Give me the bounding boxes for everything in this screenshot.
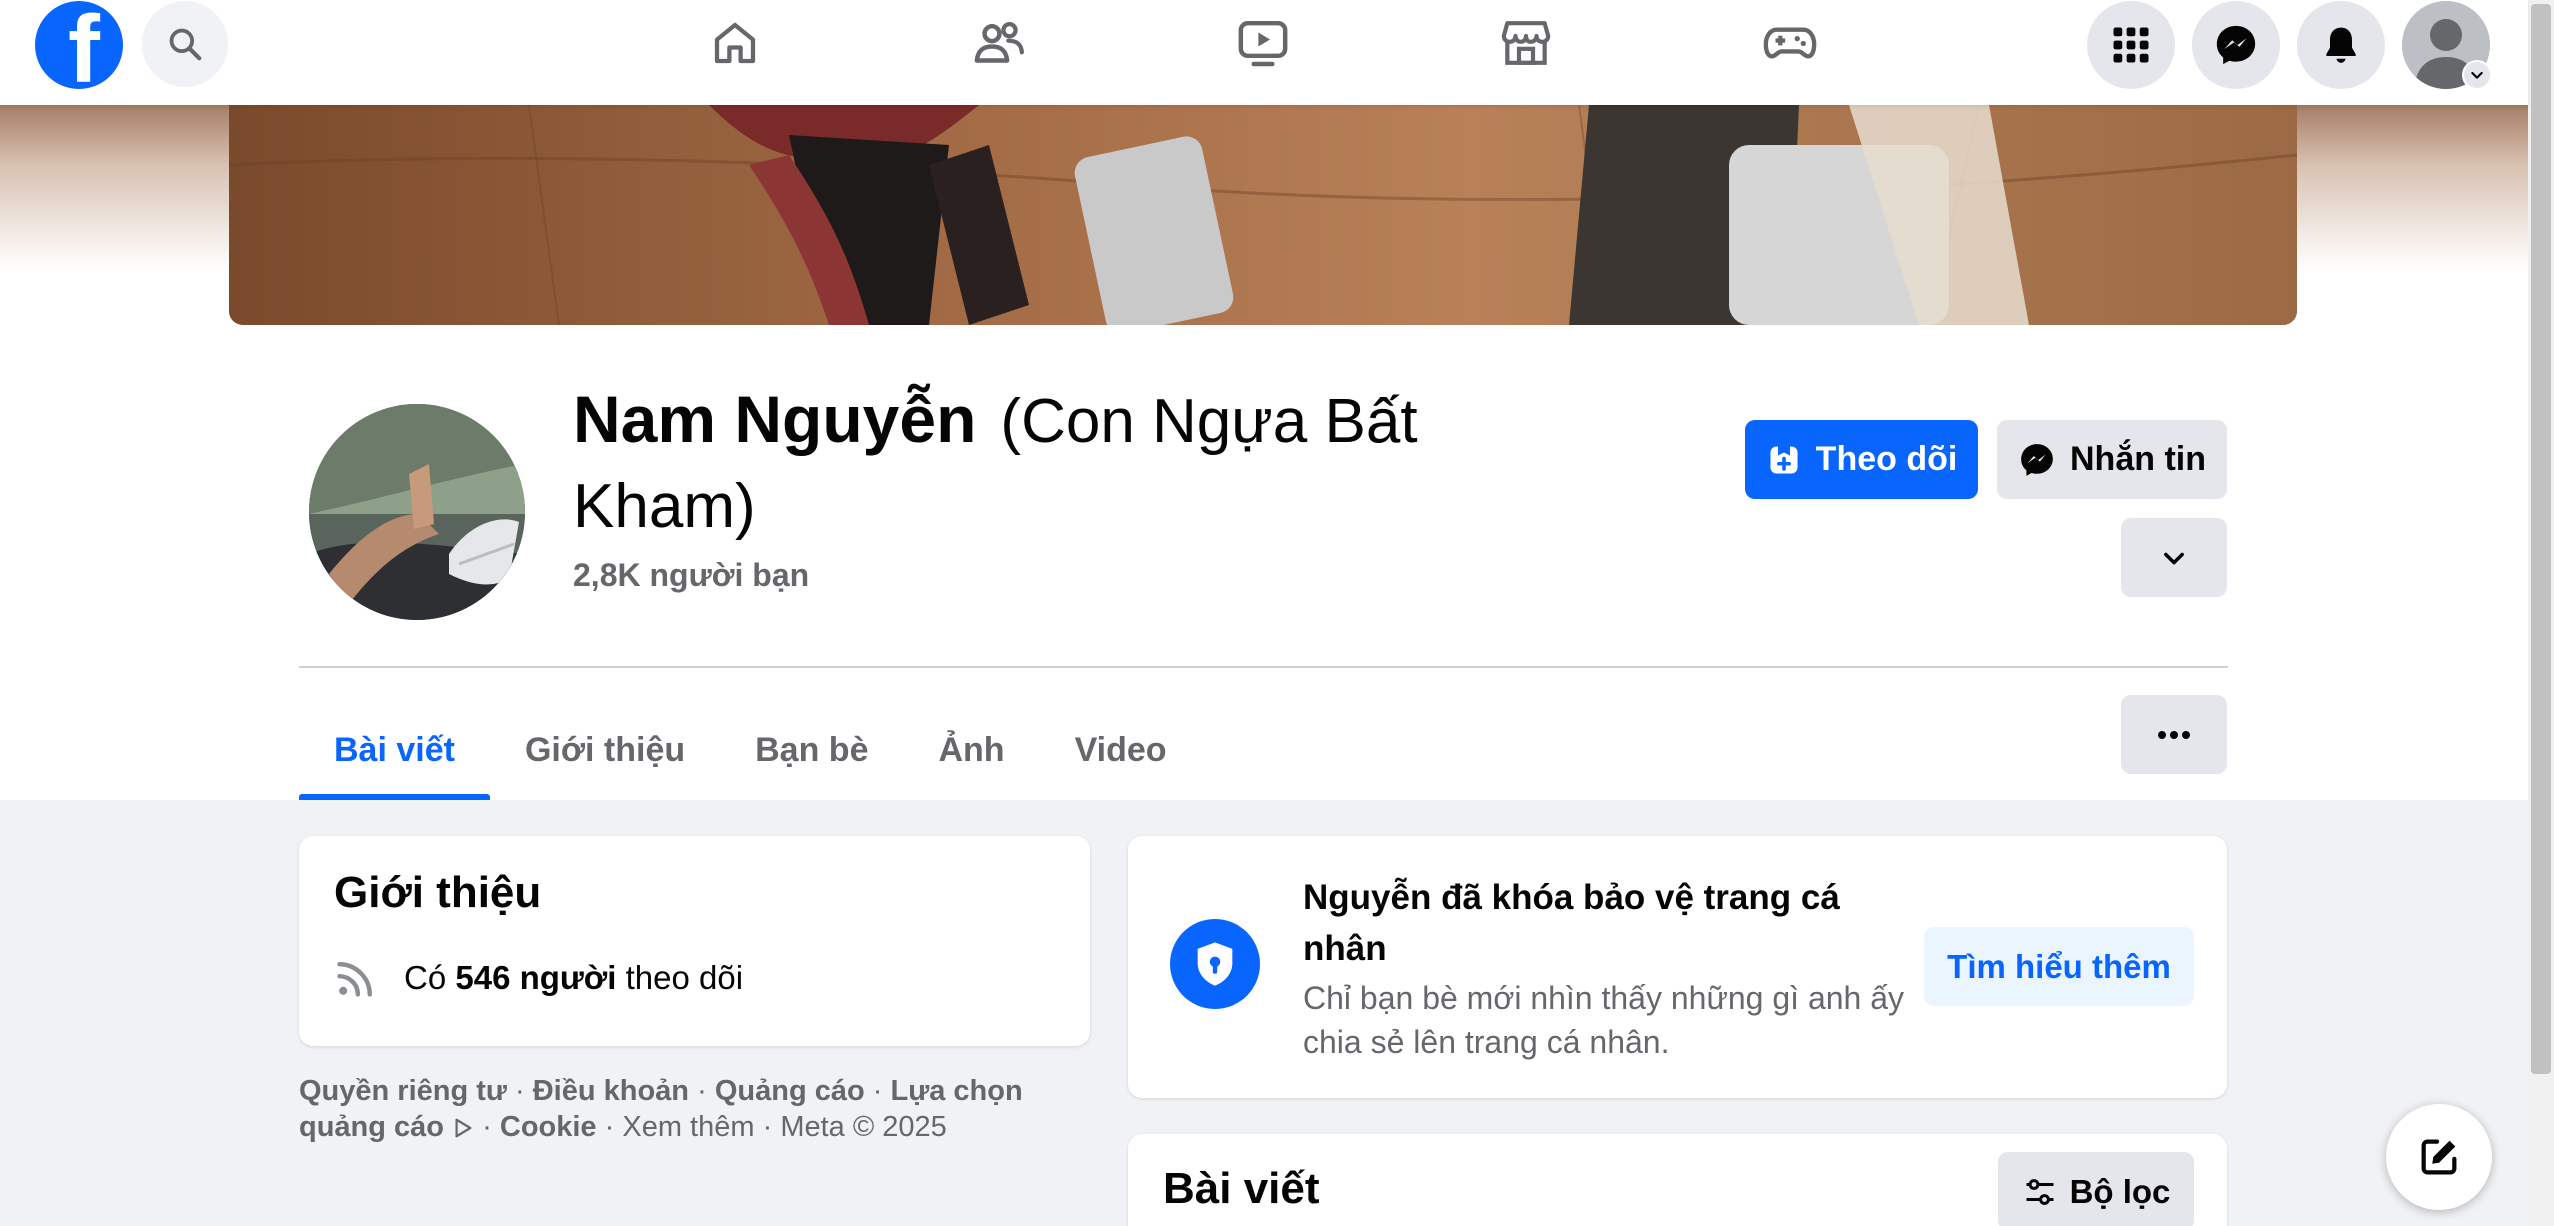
intro-card: Giới thiệu Có 546 người theo dõi	[299, 836, 1090, 1046]
notifications-button[interactable]	[2297, 1, 2385, 89]
footer-separator: ·	[697, 1075, 707, 1107]
intro-title: Giới thiệu	[334, 868, 542, 917]
filter-button[interactable]: Bộ lọc	[1998, 1152, 2194, 1226]
footer-links: Quyền riêng tư · Điều khoản · Quảng cáo …	[299, 1073, 1089, 1145]
search-button[interactable]	[142, 1, 228, 87]
marketplace-icon	[1501, 21, 1551, 65]
filter-sliders-icon	[2026, 1178, 2054, 1205]
more-dots-icon	[2158, 730, 2190, 739]
top-navigation-bar: f	[0, 0, 2528, 105]
facebook-logo[interactable]: f	[35, 1, 123, 89]
message-button-label: Nhắn tin	[2070, 440, 2206, 478]
tab-videos[interactable]: Video	[1040, 700, 1202, 800]
menu-button[interactable]	[2087, 1, 2175, 89]
shield-lock-icon	[1197, 942, 1233, 986]
footer-separator: ·	[482, 1111, 492, 1143]
locked-profile-title: Nguyễn đã khóa bảo vệ trang cá nhân	[1303, 878, 1840, 968]
compose-edit-icon	[2421, 1139, 2457, 1175]
new-message-button[interactable]	[2386, 1104, 2492, 1210]
followers-count[interactable]: 546 người	[455, 959, 616, 996]
menu-grid-icon	[2113, 27, 2149, 63]
profile-photo-image	[309, 404, 525, 620]
tab-about[interactable]: Giới thiệu	[490, 700, 720, 800]
shield-lock-badge	[1170, 919, 1260, 1009]
footer-cookie-link[interactable]: Cookie	[500, 1111, 597, 1143]
watch-icon	[1238, 20, 1288, 67]
footer-privacy-link[interactable]: Quyền riêng tư	[299, 1075, 507, 1107]
rss-followers-icon	[337, 962, 372, 997]
nav-marketplace[interactable]	[1486, 8, 1566, 78]
footer-separator: ·	[762, 1111, 773, 1143]
posts-title: Bài viết	[1163, 1164, 1320, 1213]
tab-posts[interactable]: Bài viết	[299, 700, 490, 800]
cover-photo-image	[229, 105, 2297, 325]
profile-picture[interactable]	[305, 400, 529, 624]
profile-name: Nam Nguyễn (Con Ngựa Bất Kham)	[573, 378, 1533, 548]
tab-photos[interactable]: Ảnh	[903, 700, 1039, 800]
follow-button-label: Theo dõi	[1815, 440, 1958, 478]
profile-display-name: Nam Nguyễn	[573, 382, 977, 456]
footer-separator: ·	[872, 1075, 883, 1107]
footer-ads-link[interactable]: Quảng cáo	[715, 1075, 865, 1107]
follow-button[interactable]: Theo dõi	[1745, 420, 1978, 499]
footer-terms-link[interactable]: Điều khoản	[533, 1075, 689, 1107]
followers-suffix: theo dõi	[625, 959, 744, 996]
locked-profile-description: Chỉ bạn bè mới nhìn thấy những gì anh ấy…	[1303, 980, 1905, 1060]
nav-home[interactable]	[695, 8, 775, 78]
friends-icon	[974, 22, 1024, 63]
notifications-icon	[2326, 27, 2356, 63]
search-icon	[169, 28, 202, 61]
cover-photo[interactable]	[229, 105, 2297, 325]
followers-text: Có 546 người theo dõi	[404, 959, 743, 997]
learn-more-button[interactable]: Tìm hiểu thêm	[1924, 927, 2194, 1006]
profile-name-block: Nam Nguyễn (Con Ngựa Bất Kham)	[573, 378, 1533, 548]
home-icon	[714, 22, 756, 64]
page-scrollbar-thumb[interactable]	[2531, 4, 2551, 1074]
tabs-more-button[interactable]	[2121, 695, 2227, 774]
tab-friends[interactable]: Bạn bè	[720, 700, 903, 800]
footer-separator: ·	[514, 1075, 525, 1107]
friends-count-link[interactable]: 2,8K người bạn	[573, 557, 809, 594]
nav-friends[interactable]	[959, 8, 1039, 78]
footer-separator: ·	[604, 1111, 615, 1143]
nav-watch[interactable]	[1223, 8, 1303, 78]
locked-profile-card: Nguyễn đã khóa bảo vệ trang cá nhân Chỉ …	[1128, 836, 2227, 1098]
messenger-icon	[2021, 443, 2053, 476]
header-divider	[299, 666, 2228, 668]
follow-icon	[1770, 446, 1798, 473]
messenger-button[interactable]	[2192, 1, 2280, 89]
footer-copyright: Meta © 2025	[780, 1111, 947, 1143]
filter-button-label: Bộ lọc	[2069, 1172, 2171, 1210]
chevron-down-icon	[2164, 552, 2184, 564]
profile-options-dropdown[interactable]	[2121, 518, 2227, 597]
followers-prefix: Có	[404, 959, 447, 996]
account-menu-chevron[interactable]	[2462, 60, 2492, 90]
gaming-icon	[1763, 27, 1817, 59]
message-button[interactable]: Nhắn tin	[1997, 420, 2227, 499]
nav-gaming[interactable]	[1750, 8, 1830, 78]
chevron-down-icon	[2471, 71, 2483, 79]
footer-see-more-link[interactable]: Xem thêm	[622, 1111, 754, 1143]
ad-choices-icon	[455, 1118, 472, 1138]
messenger-icon	[2216, 25, 2256, 65]
profile-tabs: Bài viết Giới thiệu Bạn bè Ảnh Video	[299, 700, 1202, 800]
posts-card: Bài viết Bộ lọc	[1128, 1134, 2227, 1226]
followers-row: Có 546 người theo dõi	[334, 956, 743, 1000]
